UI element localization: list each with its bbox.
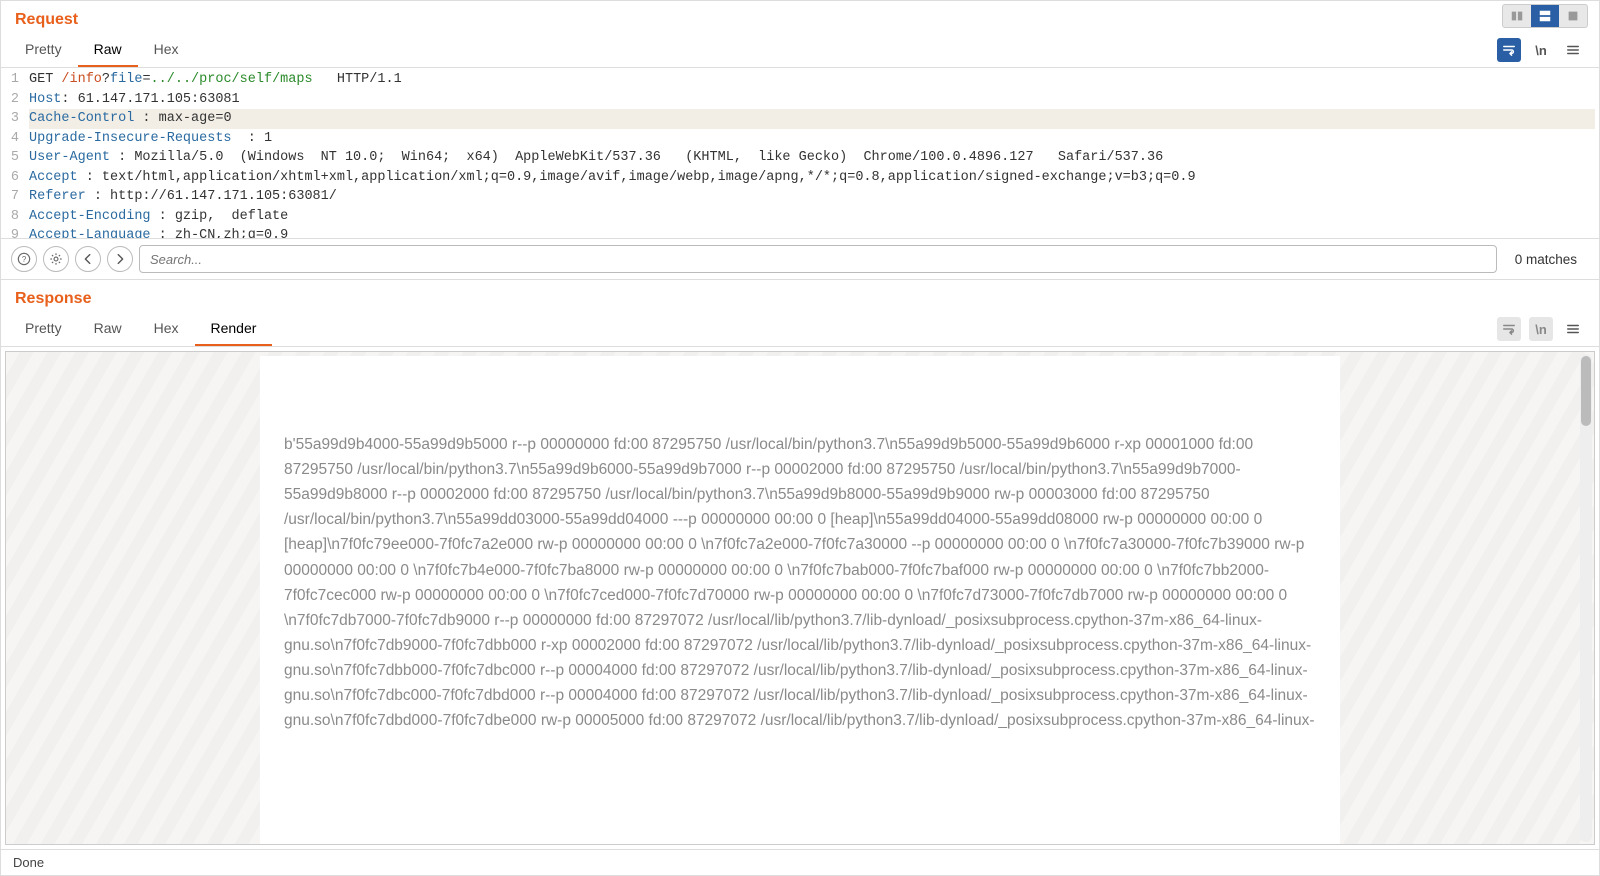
layout-single-icon[interactable] [1559, 5, 1587, 27]
request-editor[interactable]: 12345678910 GET /info?file=../../proc/se… [1, 68, 1599, 238]
render-body: b'55a99d9b4000-55a99d9b5000 r--p 0000000… [260, 356, 1340, 844]
tab-hex-resp[interactable]: Hex [138, 312, 195, 346]
help-icon[interactable]: ? [11, 246, 37, 272]
request-code[interactable]: GET /info?file=../../proc/self/maps HTTP… [25, 68, 1599, 238]
tab-pretty-resp[interactable]: Pretty [9, 312, 78, 346]
request-tabs: Pretty Raw Hex \n [1, 33, 1599, 68]
match-count: 0 matches [1503, 252, 1589, 267]
tab-raw[interactable]: Raw [78, 33, 138, 67]
svg-text:?: ? [22, 255, 27, 264]
wrap-lines-icon[interactable] [1497, 38, 1521, 62]
scrollbar-thumb[interactable] [1581, 356, 1591, 426]
hamburger-icon[interactable] [1561, 38, 1585, 62]
response-title: Response [1, 280, 1599, 312]
scrollbar-vertical[interactable] [1580, 354, 1592, 842]
render-surface[interactable]: b'55a99d9b4000-55a99d9b5000 r--p 0000000… [5, 351, 1595, 845]
request-title: Request [1, 1, 1599, 33]
search-input[interactable] [139, 245, 1497, 273]
show-nonprintable-icon[interactable]: \n [1529, 38, 1553, 62]
line-gutter: 12345678910 [1, 68, 25, 238]
layout-toggle[interactable] [1502, 4, 1588, 28]
gear-icon[interactable] [43, 246, 69, 272]
layout-columns-icon[interactable] [1503, 5, 1531, 27]
next-match-icon[interactable] [107, 246, 133, 272]
tab-render-resp[interactable]: Render [195, 312, 273, 346]
hamburger-resp-icon[interactable] [1561, 317, 1585, 341]
tab-raw-resp[interactable]: Raw [78, 312, 138, 346]
find-bar: ? 0 matches [1, 238, 1599, 280]
layout-rows-icon[interactable] [1531, 5, 1559, 27]
tab-hex[interactable]: Hex [138, 33, 195, 67]
prev-match-icon[interactable] [75, 246, 101, 272]
show-nonprintable-resp-icon[interactable]: \n [1529, 317, 1553, 341]
response-tabs: Pretty Raw Hex Render \n [1, 312, 1599, 347]
wrap-lines-resp-icon[interactable] [1497, 317, 1521, 341]
status-bar: Done [1, 849, 1599, 875]
tab-pretty[interactable]: Pretty [9, 33, 78, 67]
status-text: Done [13, 855, 44, 870]
